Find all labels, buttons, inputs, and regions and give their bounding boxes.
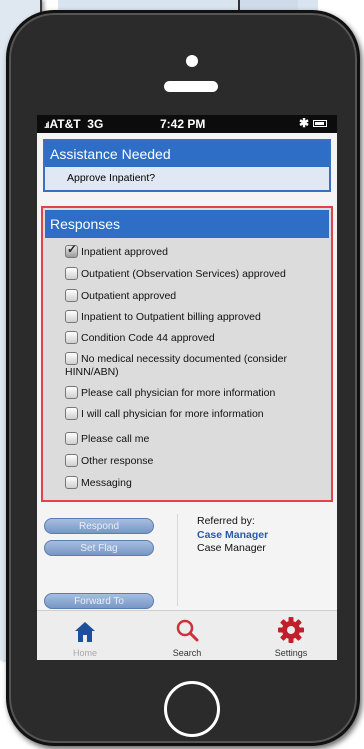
tab-settings-label: Settings [274,648,308,658]
checkbox[interactable] [65,331,78,344]
forward-to-button[interactable]: Forward To [44,593,154,609]
home-icon [75,622,95,642]
battery-icon [313,120,327,127]
checkbox[interactable] [65,432,78,445]
home-button[interactable] [164,681,220,737]
assistance-panel: Assistance Needed Approve Inpatient? [43,139,331,192]
checkbox[interactable] [65,407,78,420]
gear-icon [278,617,304,643]
checkbox[interactable] [65,386,78,399]
referrer-role: Case Manager [197,542,266,554]
checkbox[interactable] [65,352,78,365]
earpiece-speaker [164,81,218,92]
assistance-question: Approve Inpatient? [67,172,156,184]
set-flag-button[interactable]: Set Flag [44,540,154,556]
respond-button[interactable]: Respond [44,518,154,534]
front-camera [186,55,198,67]
option-outpatient-approved[interactable]: Outpatient approved [65,289,315,303]
tab-settings[interactable]: Settings [251,611,331,660]
phone-screen: .ılAT&T 3G 7:42 PM ✱ Assistance Needed A… [37,115,337,660]
referrer-name[interactable]: Case Manager [197,529,268,541]
option-messaging[interactable]: Messaging [65,476,315,490]
bluetooth-icon: ✱ [299,116,310,130]
section-divider [177,514,178,606]
assistance-title: Assistance Needed [45,141,329,167]
tab-home-label: Home [72,648,97,658]
option-please-call-me[interactable]: Please call me [65,432,315,446]
tab-bar: Home Search Settings [37,610,337,660]
responses-panel: Responses Inpatient approved Outpatient … [41,206,333,502]
status-time: 7:42 PM [160,117,206,131]
responses-title: Responses [45,210,329,238]
tab-search-label: Search [172,648,202,658]
checkbox[interactable] [65,310,78,323]
search-icon [176,619,199,642]
network-type: 3G [87,117,104,131]
tab-home[interactable]: Home [45,611,125,660]
referred-by-label: Referred by: [197,515,255,527]
option-outpatient-observation[interactable]: Outpatient (Observation Services) approv… [65,267,315,281]
option-other-response[interactable]: Other response [65,454,315,468]
signal-icon: .ıl [44,120,49,130]
checkbox[interactable] [65,454,78,467]
tab-search[interactable]: Search [147,611,227,660]
carrier-name: AT&T [49,117,81,131]
option-i-will-call-physician[interactable]: I will call physician for more informati… [65,407,315,421]
checkbox[interactable] [65,476,78,489]
carrier-info: .ılAT&T 3G [44,117,103,131]
checkbox[interactable] [65,267,78,280]
option-inpatient-to-outpatient[interactable]: Inpatient to Outpatient billing approved [65,310,315,324]
option-inpatient-approved[interactable]: Inpatient approved [65,243,315,259]
option-no-medical-necessity[interactable]: No medical necessity documented (conside… [65,352,315,379]
checkbox-checked[interactable] [65,243,78,258]
status-bar: .ılAT&T 3G 7:42 PM ✱ [37,115,337,133]
checkbox[interactable] [65,289,78,302]
option-please-call-physician[interactable]: Please call physician for more informati… [65,386,315,400]
option-condition-code-44[interactable]: Condition Code 44 approved [65,331,315,345]
